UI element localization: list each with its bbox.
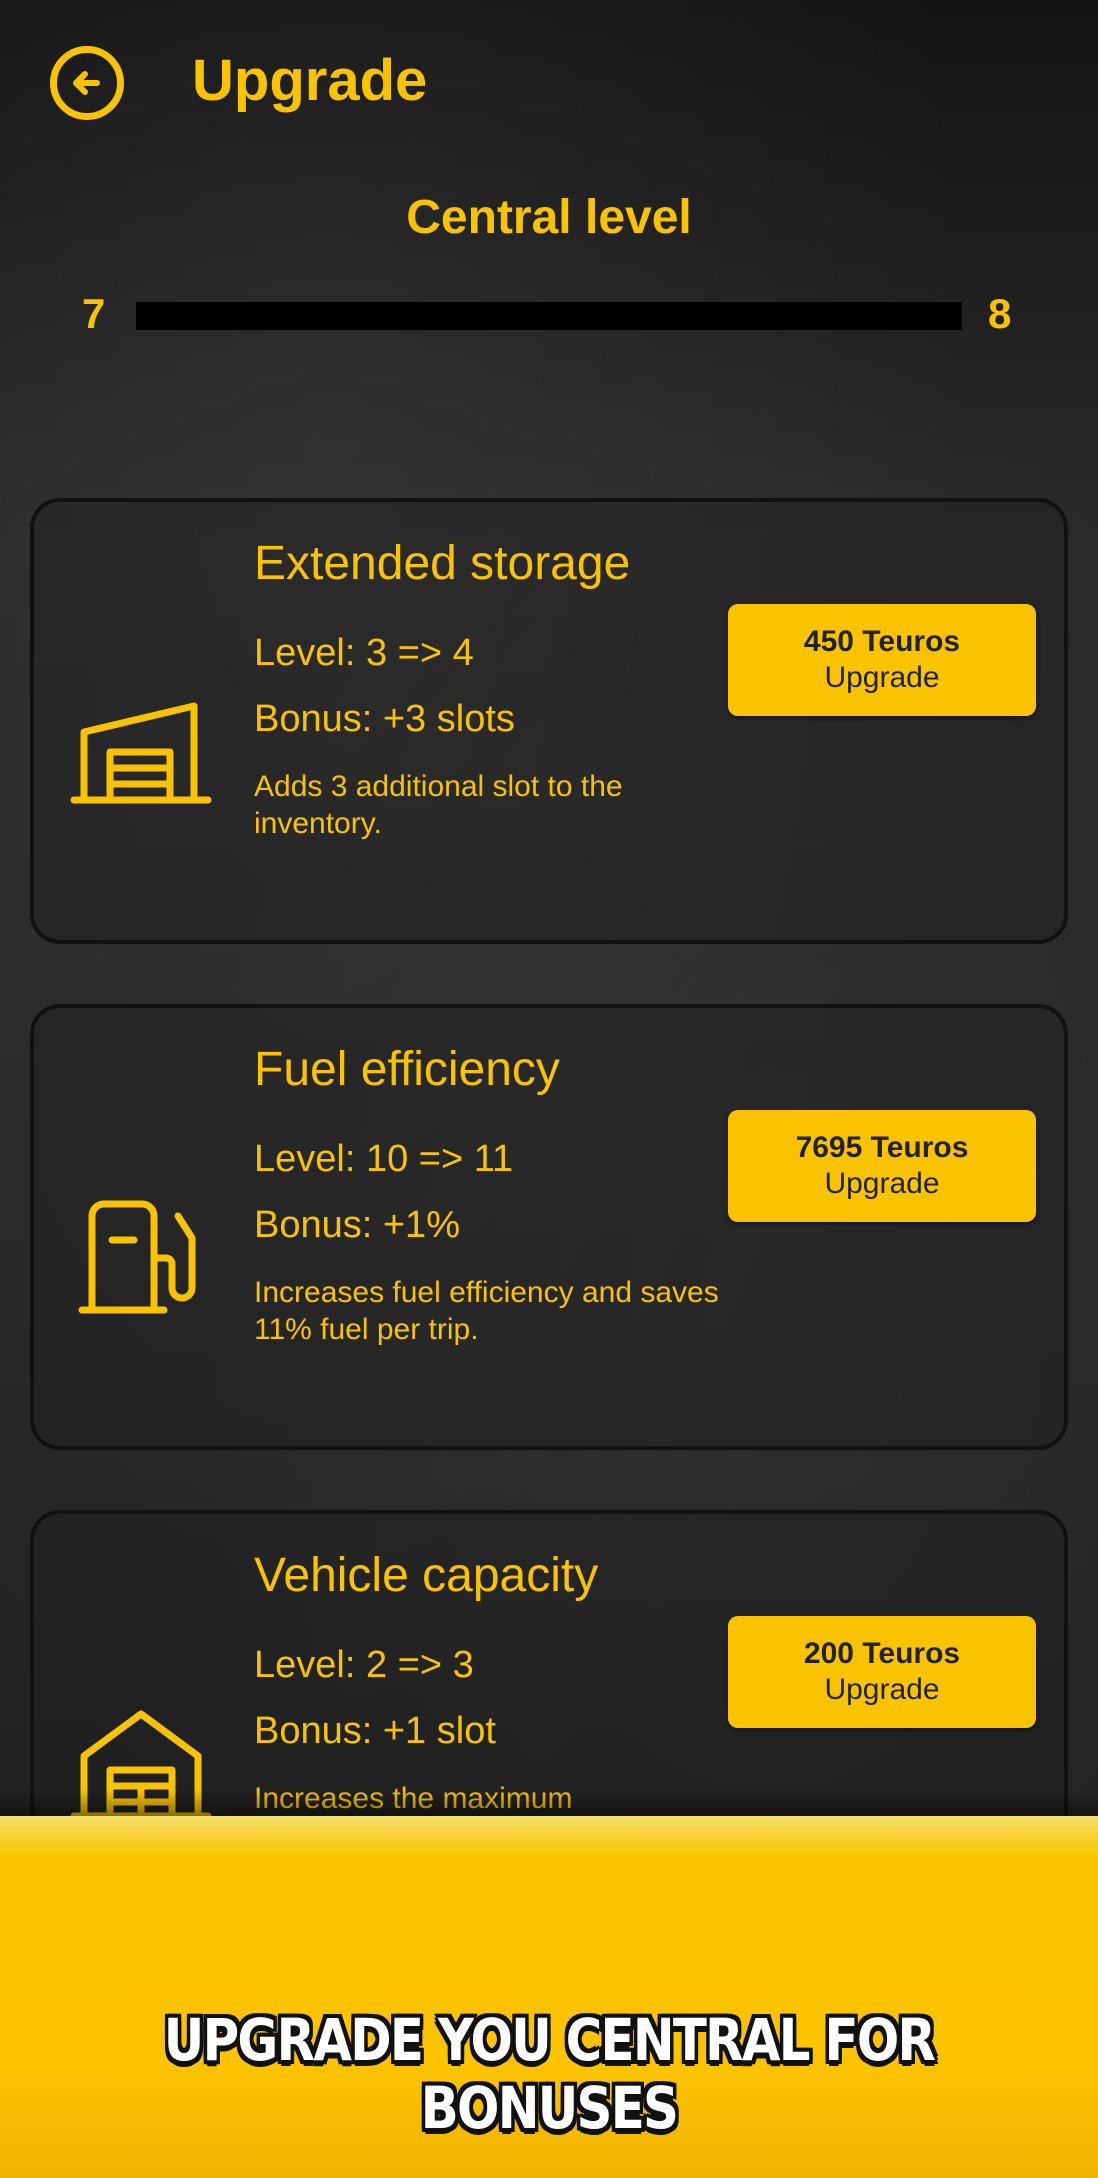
upgrade-button-label: Upgrade <box>824 1673 940 1706</box>
upgrade-title: Vehicle capacity <box>254 1549 599 1602</box>
app-header: Upgrade <box>0 0 1098 170</box>
upgrade-button[interactable]: 450 Teuros Upgrade <box>728 604 1036 716</box>
upgrade-price: 7695 Teuros <box>795 1131 969 1164</box>
upgrade-level: Level: 10 => 11 <box>254 1138 514 1180</box>
upgrade-price: 200 Teuros <box>803 1637 961 1670</box>
upgrade-card-fuel-efficiency: Fuel efficiency Level: 10 => 11 Bonus: +… <box>30 1004 1068 1450</box>
upgrade-title: Fuel efficiency <box>254 1043 560 1096</box>
upgrade-button-label: Upgrade <box>824 1167 940 1200</box>
upgrade-button[interactable]: 7695 Teuros Upgrade <box>728 1110 1036 1222</box>
upgrade-description: Increases fuel efficiency and saves 11% … <box>254 1276 719 1346</box>
upgrade-price: 450 Teuros <box>803 625 961 658</box>
fuel-pump-icon <box>78 1200 196 1314</box>
promo-banner: UPGRADE YOU CENTRAL FOR BONUSES <box>0 1816 1098 2178</box>
warehouse-icon <box>70 702 212 804</box>
next-level: 8 <box>988 290 1012 337</box>
page-title: Upgrade <box>192 48 428 113</box>
back-button[interactable] <box>50 46 124 120</box>
upgrade-bonus: Bonus: +1% <box>254 1204 460 1246</box>
promo-banner-text: UPGRADE YOU CENTRAL FOR BONUSES <box>163 2006 936 2142</box>
upgrade-button[interactable]: 200 Teuros Upgrade <box>728 1616 1036 1728</box>
upgrade-card-extended-storage: Extended storage Level: 3 => 4 Bonus: +3… <box>30 498 1068 944</box>
central-level-label: Central level <box>406 191 692 244</box>
arrow-left-icon <box>73 71 100 95</box>
current-level: 7 <box>82 290 106 337</box>
upgrade-bonus: Bonus: +3 slots <box>254 698 515 740</box>
level-progress-bar <box>136 302 962 330</box>
upgrade-title: Extended storage <box>254 537 631 590</box>
upgrade-button-label: Upgrade <box>824 661 940 694</box>
upgrade-description: Adds 3 additional slot to the inventory. <box>254 770 623 840</box>
upgrade-level: Level: 2 => 3 <box>254 1644 474 1686</box>
upgrade-level: Level: 3 => 4 <box>254 632 474 674</box>
upgrade-bonus: Bonus: +1 slot <box>254 1710 496 1752</box>
